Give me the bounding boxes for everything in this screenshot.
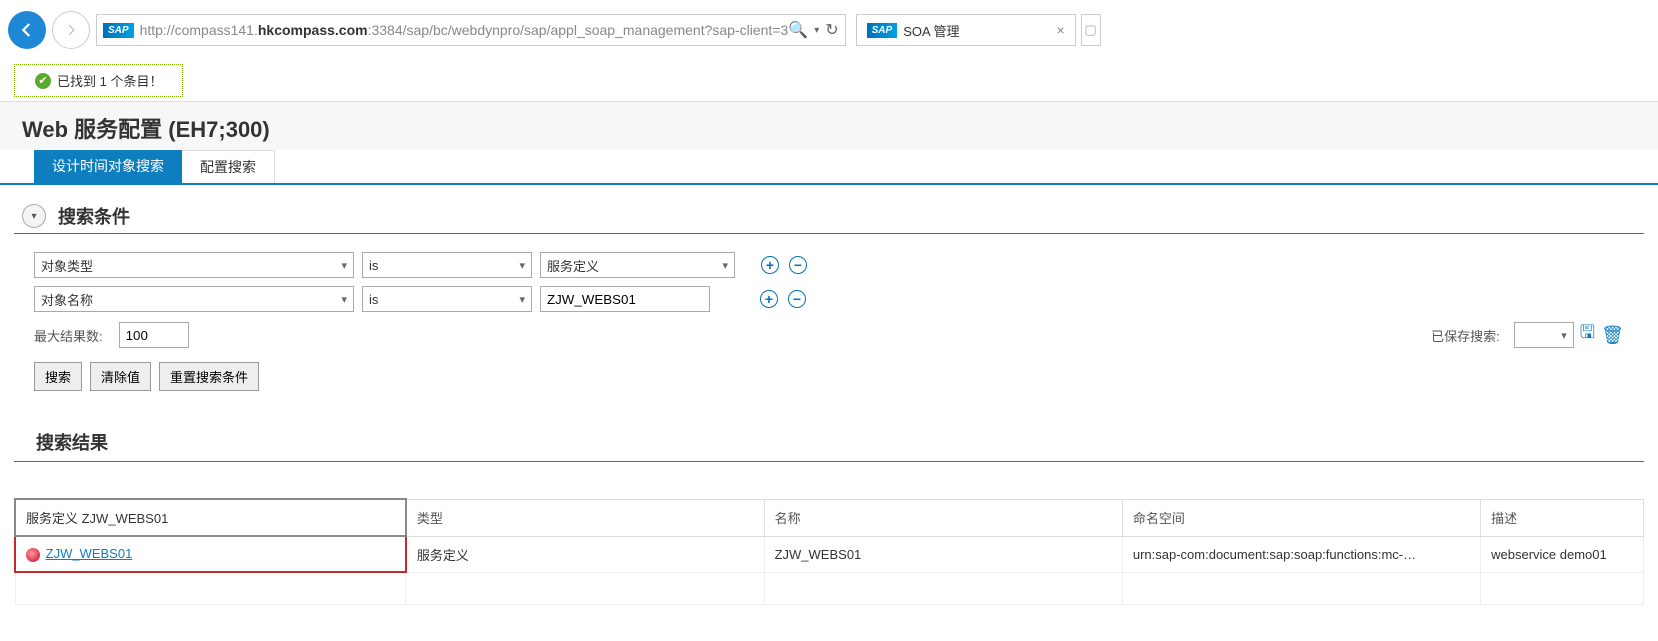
tab-design-search[interactable]: 设计时间对象搜索 xyxy=(34,150,182,183)
field-select-2[interactable]: 对象名称 xyxy=(34,286,354,312)
tab-title: SOA 管理 xyxy=(903,21,959,40)
value-select-1[interactable]: 服务定义 xyxy=(540,252,735,278)
forward-button[interactable] xyxy=(52,11,90,49)
col-desc[interactable]: 描述 xyxy=(1481,499,1644,536)
results-table: 服务定义 ZJW_WEBS01 类型 名称 命名空间 描述 ZJW_WEBS01… xyxy=(14,498,1644,605)
max-results-label: 最大结果数: xyxy=(34,326,103,345)
remove-row-icon[interactable]: − xyxy=(788,290,806,308)
clear-button[interactable]: 清除值 xyxy=(90,362,151,391)
service-link[interactable]: ZJW_WEBS01 xyxy=(46,546,133,561)
search-button[interactable]: 搜索 xyxy=(34,362,82,391)
close-tab-icon[interactable]: × xyxy=(1056,22,1064,38)
remove-row-icon[interactable]: − xyxy=(789,256,807,274)
cell-name: ZJW_WEBS01 xyxy=(764,536,1122,572)
col-name[interactable]: 名称 xyxy=(764,499,1122,536)
tab-strip: 设计时间对象搜索 配置搜索 xyxy=(0,150,1658,185)
refresh-icon[interactable]: ↻ xyxy=(825,20,838,40)
table-row[interactable]: ZJW_WEBS01 服务定义 ZJW_WEBS01 urn:sap-com:d… xyxy=(15,536,1644,572)
col-namespace[interactable]: 命名空间 xyxy=(1122,499,1480,536)
field-select-1[interactable]: 对象类型 xyxy=(34,252,354,278)
url-text: http://compass141.hkcompass.com:3384/sap… xyxy=(140,22,789,38)
col-service-def[interactable]: 服务定义 ZJW_WEBS01 xyxy=(15,499,406,536)
dropdown-caret-icon[interactable]: ▾ xyxy=(814,25,819,36)
tab-config-search[interactable]: 配置搜索 xyxy=(182,150,275,183)
search-icon[interactable]: 🔍 xyxy=(788,20,808,40)
cell-type: 服务定义 xyxy=(406,536,764,572)
add-row-icon[interactable]: + xyxy=(761,256,779,274)
back-button[interactable] xyxy=(8,11,46,49)
results-title: 搜索结果 xyxy=(14,409,1644,462)
success-icon: ✔ xyxy=(35,73,51,89)
table-row-empty xyxy=(15,572,1644,605)
browser-toolbar: SAP http://compass141.hkcompass.com:3384… xyxy=(0,0,1658,60)
cell-ns: urn:sap-com:document:sap:soap:functions:… xyxy=(1122,536,1480,572)
search-criteria-header: ▾ 搜索条件 xyxy=(14,199,1644,234)
sap-logo-icon: SAP xyxy=(867,23,898,38)
reset-button[interactable]: 重置搜索条件 xyxy=(159,362,259,391)
section-title: 搜索条件 xyxy=(58,203,130,229)
status-text: 已找到 1 个条目！ xyxy=(57,71,162,90)
page-title: Web 服务配置 (EH7;300) xyxy=(0,101,1658,150)
save-icon[interactable]: 🖫 xyxy=(1580,320,1595,350)
new-tab-button[interactable]: ▢ xyxy=(1081,14,1101,46)
operator-select-2[interactable]: is xyxy=(362,286,532,312)
collapse-icon[interactable]: ▾ xyxy=(22,204,46,228)
delete-icon[interactable]: 🗑 xyxy=(1601,325,1624,346)
add-row-icon[interactable]: + xyxy=(760,290,778,308)
browser-tab[interactable]: SAP SOA 管理 × xyxy=(856,14,1076,46)
cell-desc: webservice demo01 xyxy=(1481,536,1644,572)
status-message: ✔ 已找到 1 个条目！ xyxy=(14,64,183,97)
address-bar[interactable]: SAP http://compass141.hkcompass.com:3384… xyxy=(96,14,846,46)
sap-logo-icon: SAP xyxy=(103,23,134,38)
operator-select-1[interactable]: is xyxy=(362,252,532,278)
col-type[interactable]: 类型 xyxy=(406,499,764,536)
max-results-input[interactable] xyxy=(119,322,189,348)
value-input-2[interactable] xyxy=(540,286,710,312)
service-icon xyxy=(26,548,40,562)
saved-search-label: 已保存搜索: xyxy=(1431,326,1500,345)
saved-search-select[interactable] xyxy=(1514,322,1574,348)
